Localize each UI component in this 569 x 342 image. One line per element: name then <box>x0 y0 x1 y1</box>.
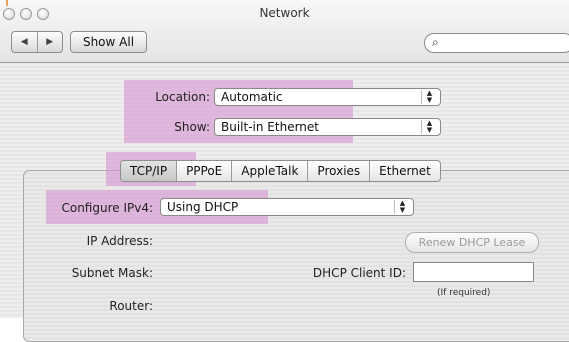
location-value: Automatic <box>221 90 283 104</box>
show-all-button[interactable]: Show All <box>70 31 147 53</box>
popup-arrows-icon: ▲ ▼ <box>394 200 410 214</box>
configure-ipv4-popup[interactable]: Using DHCP ▲ ▼ <box>160 198 414 216</box>
window-toolbar: Network ◀ ▶ Show All ⌕ <box>0 0 569 63</box>
tab-pppoe[interactable]: PPPoE <box>177 161 233 181</box>
back-forward-control: ◀ ▶ <box>11 31 63 53</box>
tab-proxies[interactable]: Proxies <box>308 161 371 181</box>
tab-tcpip[interactable]: TCP/IP <box>121 161 178 181</box>
popup-arrows-icon: ▲ ▼ <box>421 120 437 134</box>
window-title: Network <box>259 6 310 20</box>
location-popup[interactable]: Automatic ▲ ▼ <box>214 88 441 106</box>
tab-bar: TCP/IP PPPoE AppleTalk Proxies Ethernet <box>120 160 441 182</box>
configure-ipv4-label: Configure IPv4: <box>61 201 153 215</box>
show-label: Show: <box>174 120 210 134</box>
renew-dhcp-lease-button[interactable]: Renew DHCP Lease <box>405 232 539 253</box>
dhcp-client-id-label: DHCP Client ID: <box>312 266 406 280</box>
if-required-note: (If required) <box>437 288 491 298</box>
show-value: Built-in Ethernet <box>221 120 319 134</box>
location-label: Location: <box>155 90 210 104</box>
search-icon: ⌕ <box>432 35 439 49</box>
forward-button[interactable]: ▶ <box>38 32 63 52</box>
search-field[interactable]: ⌕ <box>424 33 569 53</box>
ip-address-label: IP Address: <box>86 234 153 248</box>
router-label: Router: <box>109 299 153 313</box>
back-arrow-icon: ◀ <box>20 37 28 47</box>
tab-appletalk[interactable]: AppleTalk <box>232 161 309 181</box>
subnet-mask-label: Subnet Mask: <box>71 266 153 280</box>
tab-ethernet[interactable]: Ethernet <box>370 161 440 181</box>
popup-arrows-icon: ▲ ▼ <box>421 90 437 104</box>
back-button[interactable]: ◀ <box>12 32 38 52</box>
forward-arrow-icon: ▶ <box>46 37 54 47</box>
network-preferences-window: Network ◀ ▶ Show All ⌕ Location: Automat… <box>0 0 569 342</box>
dhcp-client-id-field[interactable] <box>413 262 534 282</box>
show-popup[interactable]: Built-in Ethernet ▲ ▼ <box>214 118 441 136</box>
configure-ipv4-value: Using DHCP <box>167 200 239 214</box>
